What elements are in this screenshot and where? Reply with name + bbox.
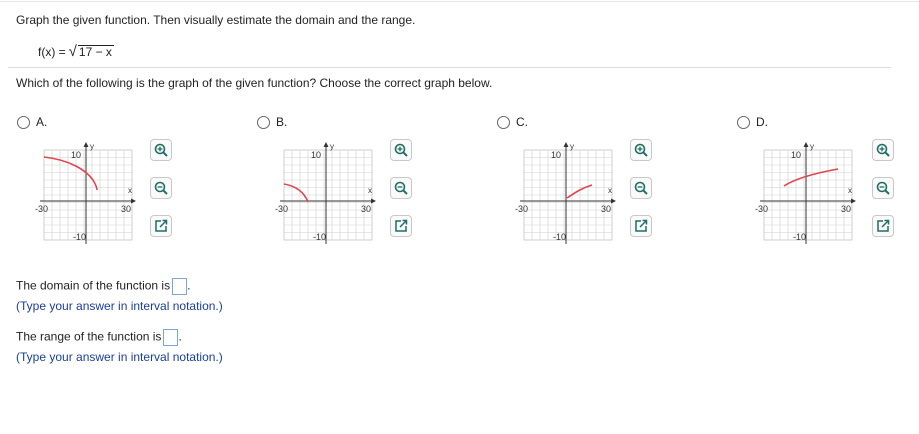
range-hint: (Type your answer in interval notation.) <box>16 350 223 364</box>
expand-icon <box>634 219 648 233</box>
question-text: Which of the following is the graph of t… <box>16 76 493 90</box>
graph-b: y x 10 -10 -30 30 <box>275 142 376 244</box>
zoom-in-icon <box>634 143 648 157</box>
y-axis-label: y <box>570 142 574 151</box>
y-min-label: -10 <box>313 232 326 242</box>
expand-button[interactable] <box>150 215 172 237</box>
y-max-label: 10 <box>551 150 561 160</box>
zoom-in-icon <box>394 143 408 157</box>
y-max-label: 10 <box>71 150 81 160</box>
expand-button[interactable] <box>872 215 894 237</box>
range-text: The range of the function is <box>16 329 162 344</box>
x-min-label: -30 <box>35 204 48 214</box>
x-max-label: 30 <box>121 204 131 214</box>
expand-button[interactable] <box>630 215 652 237</box>
tools-a <box>150 139 172 253</box>
radio-a[interactable] <box>17 115 30 129</box>
y-max-label: 10 <box>311 150 321 160</box>
x-min-label: -30 <box>755 204 768 214</box>
radio-c[interactable] <box>497 115 510 129</box>
x-axis-label: x <box>128 186 132 195</box>
range-answer: The range of the function is. (Type your… <box>16 329 223 364</box>
y-min-label: -10 <box>73 232 86 242</box>
graph-c: y x 10 -10 -30 30 <box>515 142 616 244</box>
tools-d <box>872 139 894 253</box>
option-c[interactable]: C. <box>497 115 528 129</box>
domain-text: The domain of the function is <box>16 278 171 293</box>
zoom-out-icon <box>154 181 168 195</box>
zoom-out-button[interactable] <box>872 177 894 199</box>
x-axis-label: x <box>608 186 612 195</box>
option-a-label: A. <box>36 115 48 129</box>
zoom-in-button[interactable] <box>150 139 172 161</box>
tools-b <box>390 139 412 253</box>
zoom-in-icon <box>876 143 890 157</box>
radio-d[interactable] <box>737 115 750 129</box>
x-min-label: -30 <box>515 204 528 214</box>
y-axis-label: y <box>90 142 94 151</box>
x-max-label: 30 <box>361 204 371 214</box>
x-max-label: 30 <box>841 204 851 214</box>
graph-d: y x 10 -10 -30 30 <box>755 142 856 244</box>
domain-hint: (Type your answer in interval notation.) <box>16 299 223 313</box>
expand-icon <box>154 219 168 233</box>
function-radicand: 17 − x <box>77 45 114 59</box>
option-b-label: B. <box>276 115 288 129</box>
x-axis-label: x <box>368 186 372 195</box>
section-divider <box>8 67 891 68</box>
function-expression: f(x) = √ 17 − x <box>38 43 114 60</box>
sqrt-symbol: √ <box>68 43 77 60</box>
option-b[interactable]: B. <box>257 115 287 129</box>
option-c-label: C. <box>516 115 528 129</box>
zoom-in-icon <box>154 143 168 157</box>
zoom-out-icon <box>876 181 890 195</box>
y-min-label: -10 <box>793 232 806 242</box>
option-d-label: D. <box>756 115 768 129</box>
expand-icon <box>394 219 408 233</box>
range-input[interactable] <box>163 329 179 346</box>
x-max-label: 30 <box>601 204 611 214</box>
option-a[interactable]: A. <box>17 115 47 129</box>
y-axis-label: y <box>330 142 334 151</box>
x-axis-label: x <box>848 186 852 195</box>
x-min-label: -30 <box>275 204 288 214</box>
zoom-out-button[interactable] <box>630 177 652 199</box>
zoom-out-icon <box>394 181 408 195</box>
y-axis-label: y <box>810 142 814 151</box>
y-max-label: 10 <box>791 150 801 160</box>
zoom-out-button[interactable] <box>390 177 412 199</box>
radio-b[interactable] <box>257 115 270 129</box>
zoom-in-button[interactable] <box>390 139 412 161</box>
zoom-out-button[interactable] <box>150 177 172 199</box>
zoom-in-button[interactable] <box>872 139 894 161</box>
function-lhs: f(x) = <box>38 45 66 59</box>
prompt-text: Graph the given function. Then visually … <box>16 13 416 27</box>
domain-input[interactable] <box>172 278 188 295</box>
expand-icon <box>876 219 890 233</box>
expand-button[interactable] <box>390 215 412 237</box>
y-min-label: -10 <box>553 232 566 242</box>
zoom-out-icon <box>634 181 648 195</box>
domain-answer: The domain of the function is. (Type you… <box>16 278 223 313</box>
option-d[interactable]: D. <box>737 115 768 129</box>
tools-c <box>630 139 652 253</box>
graph-a: y x 10 -10 -30 30 <box>35 142 136 244</box>
zoom-in-button[interactable] <box>630 139 652 161</box>
top-rule <box>0 1 919 2</box>
